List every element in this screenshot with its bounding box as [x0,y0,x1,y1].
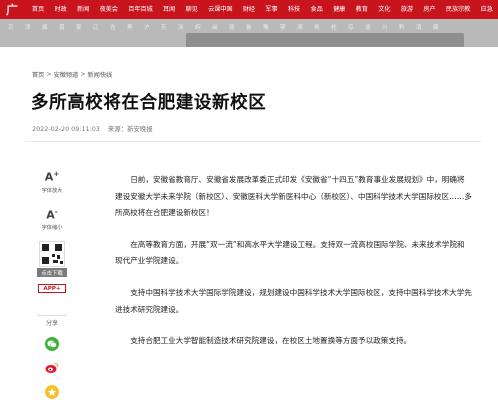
banner-overlay [186,33,464,47]
nav-item[interactable]: 应急 [475,0,498,19]
article-paragraph: 支持合肥工业大学智能制造技术研究院建设，在校区土地置换等方面予以政策支持。 [130,336,412,346]
city-link[interactable]: 闽 [212,23,218,31]
site-logo[interactable]: 央广网 [0,0,27,34]
nav-item[interactable]: 房产 [418,0,441,19]
city-link[interactable]: 黑 [127,23,133,31]
city-link[interactable]: 冀 [42,23,48,31]
article-paragraph: 支持中国科学技术大学国际学院建设，规划建设中国科学技术大学国际校区，支持中国科学… [115,287,472,314]
city-link[interactable]: 蒙 [76,23,82,31]
banner-image: 京津冀晋蒙辽吉黑沪苏浙皖闽赣鲁豫鄂湘粤桂琼渝川黔滇藏 [0,19,498,47]
article-meta: 2022-02-20 09:11:03 来源：新安晚报 [32,124,153,133]
city-link[interactable]: 晋 [59,23,65,31]
header-divider [26,141,481,142]
city-link[interactable]: 藏 [433,23,439,31]
top-nav-bar: 央广网 首页时政新闻夜美会百年百城耳闻聊见云课中国财经军事科技食品健康教育文化旅… [0,0,498,34]
nav-item[interactable]: 民族宗教 [441,0,476,19]
city-link[interactable]: 辽 [93,23,99,31]
city-link[interactable]: 沪 [144,23,150,31]
plus-icon: + [55,285,61,292]
nav-item[interactable]: 云课中国 [203,0,238,19]
nav-item[interactable]: 食品 [305,0,328,19]
city-link[interactable]: 鄂 [280,23,286,31]
city-link[interactable]: 赣 [229,23,235,31]
city-link[interactable]: 津 [25,23,31,31]
nav-item[interactable]: 旅游 [396,0,419,19]
wechat-icon[interactable] [45,337,59,352]
article-title: 多所高校将在合肥建设新校区 [31,93,267,113]
main-nav: 首页 时政 新闻 夜美会 百年百城 耳闻 聊见 云课中国 财经 军事 科技 食品 健康 教育 文化 旅游 房产民… [27,0,498,19]
nav-item[interactable]: 耳闻 [158,0,181,19]
app-badge-label: APP [43,285,56,292]
nav-item[interactable]: 时政 [49,0,72,19]
nav-item[interactable]: 军事 [260,0,283,19]
article-body: 日前，安徽省教育厅、安徽省发展改革委正式印发《安徽省“十四五”教育事业发展规划》… [115,172,472,365]
city-link[interactable]: 滇 [416,23,422,31]
app-badge[interactable]: APP + [38,284,66,294]
font-decrease-label: 字体缩小 [41,225,63,232]
nav-item[interactable]: 夜美会 [94,0,123,19]
nav-item[interactable]: 首页 [27,0,50,19]
font-decrease-icon: A- [46,207,58,222]
nav-item[interactable]: 新闻 [72,0,95,19]
article-source[interactable]: 新安晚报 [127,125,153,133]
nav-item[interactable]: 科技 [283,0,306,19]
app-download-label[interactable]: 点击下载 [37,268,67,278]
breadcrumb-separator: > [80,71,86,78]
city-list: 京津冀晋蒙辽吉黑沪苏浙皖闽赣鲁豫鄂湘粤桂琼渝川黔滇藏 [8,23,450,31]
qr-code-icon[interactable] [39,241,65,268]
nav-item[interactable]: 健康 [328,0,351,19]
source-label: 来源： [107,125,128,133]
font-increase-button[interactable]: A+ 字体放大 [42,168,63,194]
nav-item[interactable]: 财经 [238,0,261,19]
font-increase-icon: A+ [44,170,60,184]
article-paragraph: 日前，安徽省教育厅、安徽省发展改革委正式印发《安徽省“十四五”教育事业发展规划》… [115,175,472,218]
font-decrease-button[interactable]: A- 字体缩小 [42,206,63,232]
breadcrumb: 首页 > 安徽频道 > 新闻快线 [32,70,112,79]
city-link[interactable]: 皖 [195,23,201,31]
qzone-icon[interactable] [45,385,59,400]
city-link[interactable]: 渝 [365,23,371,31]
article-paragraph: 在高等教育方面，开展“双一流”和高水平大学建设工程。支持双一流高校国际学院、未来… [115,239,465,266]
nav-item[interactable]: 教育 [350,0,373,19]
city-link[interactable]: 苏 [161,23,167,31]
city-link[interactable]: 豫 [263,23,269,31]
weibo-icon[interactable] [45,361,59,376]
breadcrumb-separator: > [46,71,52,78]
nav-item[interactable]: 聊见 [180,0,203,19]
share-divider [37,315,67,317]
city-link[interactable]: 琼 [348,23,354,31]
breadcrumb-home[interactable]: 首页 [32,70,44,79]
nav-item[interactable]: 文化 [373,0,396,19]
breadcrumb-channel[interactable]: 安徽频道 [54,70,79,79]
city-link[interactable]: 吉 [110,23,116,31]
city-link[interactable]: 浙 [178,23,184,31]
city-link[interactable]: 桂 [331,23,337,31]
city-link[interactable]: 黔 [399,23,405,31]
font-increase-label: 字体放大 [41,187,63,194]
city-link[interactable]: 粤 [314,23,320,31]
breadcrumb-section[interactable]: 新闻快线 [88,70,113,79]
article-datetime: 2022-02-20 09:11:03 [32,125,100,133]
city-link[interactable]: 鲁 [246,23,252,31]
nav-item[interactable]: 百年百城 [123,0,158,19]
city-link[interactable]: 京 [8,23,14,31]
city-link[interactable]: 川 [382,23,388,31]
share-label: 分享 [45,320,58,328]
city-link[interactable]: 湘 [297,23,303,31]
article-toolbar: A+ 字体放大 A- 字体缩小 点击下载 APP + 分享 [32,168,72,400]
